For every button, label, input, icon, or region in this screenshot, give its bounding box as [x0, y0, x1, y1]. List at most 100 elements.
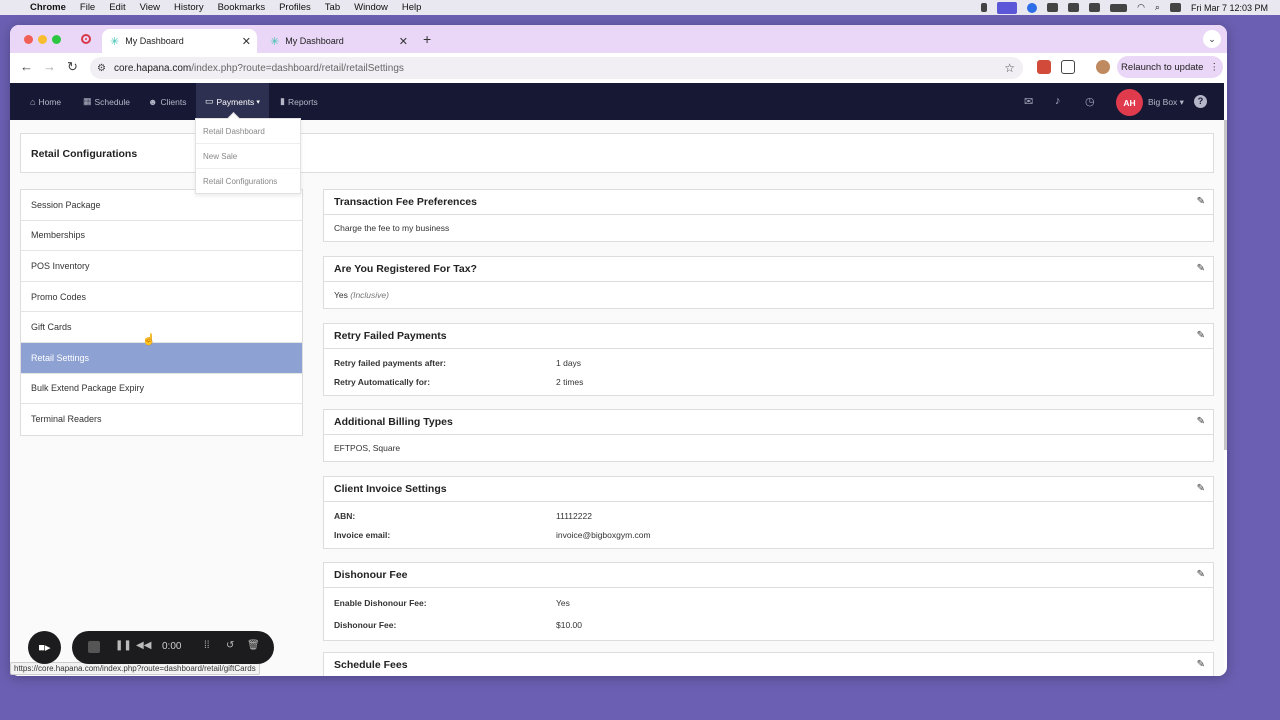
panel-value: Charge the fee to my business [334, 223, 450, 233]
tab-strip: ✳ My Dashboard ✕ ✳ My Dashboard ✕ + ⌄ [10, 25, 1227, 53]
sidebar-item-pos-inventory[interactable]: POS Inventory [21, 251, 302, 282]
user-icon: ☻ [148, 96, 158, 107]
close-tab-icon[interactable]: ✕ [242, 35, 251, 48]
pencil-icon[interactable]: ✎ [1197, 330, 1205, 341]
wifi-icon[interactable]: ◠ [1137, 2, 1145, 13]
back-arrow-icon[interactable]: ← [20, 59, 33, 74]
pencil-icon[interactable]: ✎ [1197, 569, 1205, 580]
extensions-puzzle-icon[interactable] [1061, 60, 1075, 74]
sidebar-item-session-package[interactable]: Session Package [21, 190, 302, 221]
menu-history[interactable]: History [174, 2, 204, 13]
pause-icon[interactable]: ❚❚ [115, 640, 132, 651]
grid-icon[interactable]: ⁞⁞ [204, 640, 210, 651]
pencil-icon[interactable]: ✎ [1197, 483, 1205, 494]
sidebar-item-terminal-readers[interactable]: Terminal Readers [21, 404, 302, 435]
spotlight-icon[interactable]: ⌕ [1155, 2, 1160, 13]
trash-icon[interactable]: 🗑 [247, 640, 260, 651]
menu-file[interactable]: File [80, 2, 95, 13]
chat-icon[interactable]: ✉ [1024, 95, 1033, 108]
sidebar-item-promo-codes[interactable]: Promo Codes [21, 282, 302, 313]
panel-client-invoice-settings: Client Invoice Settings ✎ ABN: 11112222 In… [323, 476, 1214, 549]
sidebar-item-gift-cards[interactable]: Gift Cards [21, 312, 302, 343]
pencil-icon[interactable]: ✎ [1197, 263, 1205, 274]
panel-title: Schedule Fees [334, 659, 408, 671]
menu-bookmarks[interactable]: Bookmarks [218, 2, 266, 13]
nav-reports[interactable]: ▮ Reports [280, 83, 318, 120]
zoom-icon[interactable] [1027, 2, 1038, 13]
pencil-icon[interactable]: ✎ [1197, 659, 1205, 670]
address-bar[interactable]: ⚙ core.hapana.com/index.php?route=dashbo… [90, 57, 1023, 79]
panel-title: Additional Billing Types [334, 416, 453, 428]
url-host: core.hapana.com [113, 62, 192, 74]
tab-my-dashboard[interactable]: ✳ My Dashboard ✕ [262, 29, 414, 53]
sidebar-item-retail-settings[interactable]: Retail Settings [21, 342, 302, 374]
menu-item-retail-configurations[interactable]: Retail Configurations [196, 169, 300, 194]
url-path: /index.php?route=dashboard/retail/retail… [191, 62, 404, 74]
bell-icon[interactable]: ♪ [1055, 95, 1061, 107]
site-settings-icon[interactable]: ⚙ [97, 63, 106, 74]
dropbox-icon[interactable] [1047, 3, 1059, 12]
nav-clients[interactable]: ☻ Clients [148, 83, 186, 120]
nav-home[interactable]: ⌂ Home [30, 83, 61, 120]
browser-window: ✳ My Dashboard ✕ ✳ My Dashboard ✕ + ⌄ ← … [10, 25, 1227, 676]
control-center-icon[interactable] [1169, 3, 1181, 12]
field-value: 1 days [556, 357, 582, 368]
microphone-icon[interactable] [981, 3, 988, 12]
rewind-icon[interactable]: ◀◀ [136, 640, 151, 651]
menu-app-chrome[interactable]: Chrome [30, 2, 66, 13]
pencil-icon[interactable]: ✎ [1197, 196, 1205, 207]
menu-tab[interactable]: Tab [325, 2, 340, 13]
minimize-window-button[interactable] [38, 35, 47, 44]
relaunch-to-update-button[interactable]: Relaunch to update ⋮ [1117, 56, 1223, 78]
sidebar-item-bulk-extend-package-expiry[interactable]: Bulk Extend Package Expiry [21, 374, 302, 405]
field-label: Invoice email: [334, 529, 391, 540]
profile-avatar[interactable] [1096, 60, 1110, 74]
avatar[interactable]: AH [1116, 89, 1143, 116]
menu-help[interactable]: Help [402, 2, 422, 13]
restart-icon[interactable]: ↺ [226, 640, 234, 651]
field-label: ABN: [334, 510, 356, 521]
reload-icon[interactable]: ↻ [67, 59, 78, 75]
new-tab-icon[interactable]: + [423, 31, 431, 47]
browser-toolbar: ← → ↻ ⚙ core.hapana.com/index.php?route=… [10, 53, 1227, 83]
sidebar-item-memberships[interactable]: Memberships [21, 221, 302, 252]
tab-my-dashboard-active[interactable]: ✳ My Dashboard ✕ [102, 29, 257, 53]
battery-icon[interactable] [1110, 3, 1128, 12]
app-navbar: ⌂ Home ▦ Schedule ☻ Clients ▭ Payments ▾ ▮ Rep… [10, 83, 1224, 120]
menu-item-new-sale[interactable]: New Sale [196, 144, 300, 169]
close-window-button[interactable] [24, 35, 33, 44]
camera-toggle-button[interactable]: ■▸ [28, 631, 61, 664]
nav-schedule[interactable]: ▦ Schedule [83, 83, 130, 120]
panel-retry-failed-payments: Retry Failed Payments ✎ Retry failed paym… [323, 323, 1214, 396]
tab-search-chevron-icon[interactable]: ⌄ [1203, 30, 1221, 48]
menu-item-retail-dashboard[interactable]: Retail Dashboard [196, 119, 300, 144]
help-icon[interactable]: ? [1194, 95, 1207, 108]
maximize-window-button[interactable] [52, 35, 61, 44]
screen-recorder-icon[interactable] [997, 1, 1018, 14]
bookmark-star-icon[interactable]: ☆ [1004, 61, 1015, 75]
field-label: Dishonour Fee: [334, 620, 397, 630]
payments-dropdown-menu: Retail Dashboard New Sale Retail Configu… [195, 118, 301, 194]
nav-payments-label: Payments [216, 96, 255, 107]
page-scrollbar[interactable] [1224, 120, 1227, 450]
hapana-favicon-icon: ✳ [110, 35, 120, 48]
account-switcher[interactable]: Big Box ▾ [1148, 97, 1184, 108]
menu-edit[interactable]: Edit [109, 2, 125, 13]
pencil-icon[interactable]: ✎ [1197, 416, 1205, 427]
recording-indicator-icon [81, 34, 91, 44]
menu-view[interactable]: View [140, 2, 160, 13]
sync-icon[interactable] [1089, 3, 1101, 12]
forward-arrow-icon[interactable]: → [43, 59, 56, 74]
stop-button[interactable] [88, 641, 100, 653]
extension-icon[interactable] [1037, 60, 1051, 74]
menubar-datetime[interactable]: Fri Mar 7 12:03 PM [1191, 3, 1268, 13]
nav-home-label: Home [38, 96, 62, 107]
menu-profiles[interactable]: Profiles [279, 2, 311, 13]
close-tab-icon[interactable]: ✕ [399, 35, 408, 48]
panel-title: Retry Failed Payments [334, 330, 447, 342]
retail-sidebar: Session Package Memberships POS Inventor… [20, 189, 303, 436]
drive-icon[interactable] [1068, 3, 1080, 12]
menu-window[interactable]: Window [354, 2, 388, 13]
panel-title: Dishonour Fee [334, 569, 408, 581]
clock-icon[interactable]: ◷ [1085, 95, 1095, 108]
